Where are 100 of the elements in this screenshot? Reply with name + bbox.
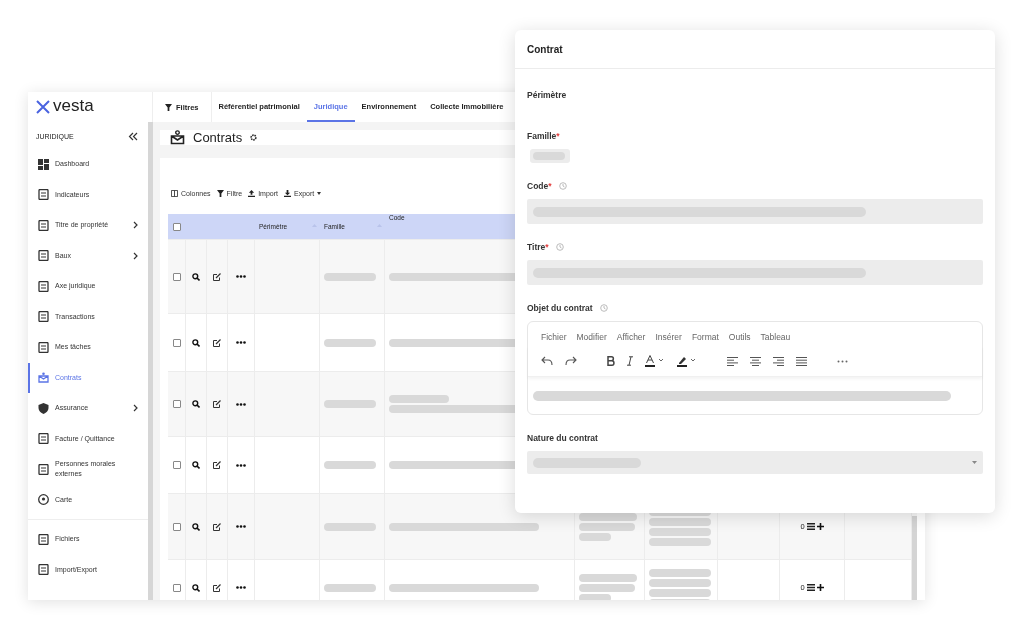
row-checkbox[interactable]: [172, 338, 181, 347]
menu-item-icon: [38, 280, 49, 292]
caret-icon: [317, 192, 322, 195]
skeleton-bar: [324, 522, 376, 531]
search-icon[interactable]: [192, 583, 200, 592]
caret-icon: [972, 461, 977, 464]
edit-icon[interactable]: [213, 338, 221, 347]
menu-item-icon: [38, 564, 49, 576]
row-checkbox[interactable]: [172, 461, 181, 469]
edit-icon[interactable]: [213, 583, 221, 592]
search-icon[interactable]: [192, 400, 200, 408]
settings-icon[interactable]: [250, 134, 258, 141]
redo-icon[interactable]: [565, 356, 577, 366]
skeleton-bar: [649, 517, 711, 526]
align-left-icon[interactable]: [727, 356, 738, 366]
contract-icon: [170, 130, 185, 145]
filter-icon: [216, 190, 224, 197]
more-icon[interactable]: [236, 586, 246, 589]
plus-icon[interactable]: [816, 523, 824, 530]
search-icon[interactable]: [192, 522, 200, 531]
chevron-right-icon: [133, 251, 138, 260]
row-checkbox[interactable]: [172, 583, 181, 592]
skeleton-bar: [649, 588, 711, 597]
skeleton-bar: [389, 395, 449, 403]
row-checkbox[interactable]: [172, 400, 181, 408]
editor-menu-item[interactable]: Tableau: [760, 332, 791, 346]
search-icon[interactable]: [192, 272, 200, 281]
edit-icon[interactable]: [213, 461, 221, 469]
skeleton-bar: [649, 578, 711, 587]
editor-menu-item[interactable]: Afficher: [616, 332, 646, 346]
chevron-right-icon: [133, 404, 138, 413]
skeleton-bar: [324, 400, 376, 408]
menu-item-icon: [38, 158, 49, 170]
chevron-right-icon: [133, 221, 138, 230]
menu-item-icon: [38, 372, 49, 384]
scrollbar[interactable]: [912, 516, 917, 600]
input-field[interactable]: [527, 199, 983, 224]
row-checkbox[interactable]: [172, 272, 181, 281]
skeleton-bar: [324, 338, 376, 347]
columns-icon: [171, 190, 178, 197]
select-all-checkbox[interactable]: [173, 222, 181, 231]
filter-icon: [165, 103, 172, 111]
input-field[interactable]: [527, 260, 983, 285]
italic-icon[interactable]: [627, 356, 633, 366]
field-label: Famille*: [527, 131, 560, 141]
editor-menu-item[interactable]: Insérer: [655, 332, 682, 346]
list-icon[interactable]: [806, 584, 815, 591]
more-icon[interactable]: [236, 402, 246, 406]
align-right-icon[interactable]: [773, 356, 784, 366]
download-icon: [284, 190, 291, 197]
search-icon[interactable]: [192, 338, 200, 347]
row-checkbox[interactable]: [172, 522, 181, 531]
more-icon[interactable]: [236, 463, 246, 467]
rich-text-editor[interactable]: Fichier Modifier Afficher Insérer Format Outils Tableau: [527, 321, 983, 415]
select-field[interactable]: [527, 451, 983, 474]
align-center-icon[interactable]: [750, 356, 761, 366]
logo-text: vesta: [53, 97, 94, 117]
undo-icon[interactable]: [541, 356, 553, 366]
more-icon[interactable]: [236, 341, 246, 344]
panel-title: Contrat: [527, 43, 563, 55]
menu-item-icon: [38, 494, 49, 506]
justify-icon[interactable]: [796, 356, 807, 366]
field-label: Titre*: [527, 242, 549, 252]
menu-item-icon: [38, 250, 49, 262]
menu-item-icon: [38, 463, 49, 475]
tag-field[interactable]: [530, 149, 570, 163]
upload-icon: [248, 190, 256, 197]
bold-icon[interactable]: [607, 356, 615, 366]
search-icon[interactable]: [192, 461, 200, 469]
plus-icon[interactable]: [816, 584, 824, 591]
editor-menu-item[interactable]: Fichier: [541, 332, 567, 346]
edit-icon[interactable]: [213, 272, 221, 281]
menu-item-icon: [38, 433, 49, 445]
highlighter-icon[interactable]: [677, 355, 697, 367]
field-label: Objet du contrat: [527, 303, 593, 313]
logo-cross-icon: [36, 100, 50, 114]
more-icon[interactable]: [236, 525, 246, 528]
skeleton-bar: [324, 583, 376, 592]
menu-item-icon: [38, 189, 49, 201]
skeleton-bar: [579, 573, 637, 582]
menu-item-icon: [38, 219, 49, 231]
field-label: Nature du contrat: [527, 433, 598, 443]
skeleton-bar: [579, 512, 637, 521]
collapse-icon[interactable]: [128, 132, 138, 141]
edit-icon[interactable]: [213, 522, 221, 531]
field-label: Périmètre: [527, 90, 567, 100]
editor-menu-item[interactable]: Outils: [728, 332, 751, 346]
more-icon[interactable]: [236, 275, 246, 278]
list-icon[interactable]: [806, 523, 815, 530]
skeleton-bar: [649, 527, 711, 536]
editor-menu-item[interactable]: Modifier: [576, 332, 607, 346]
editor-menu-item[interactable]: Format: [691, 332, 719, 346]
skeleton-bar: [324, 461, 376, 469]
skeleton-bar: [649, 568, 711, 577]
menu-item-icon: [38, 533, 49, 545]
text-color-icon[interactable]: [645, 355, 665, 367]
edit-icon[interactable]: [213, 400, 221, 408]
scrollbar[interactable]: [148, 122, 153, 600]
menu-item-icon: [38, 311, 49, 323]
menu-item-icon: [38, 341, 49, 353]
